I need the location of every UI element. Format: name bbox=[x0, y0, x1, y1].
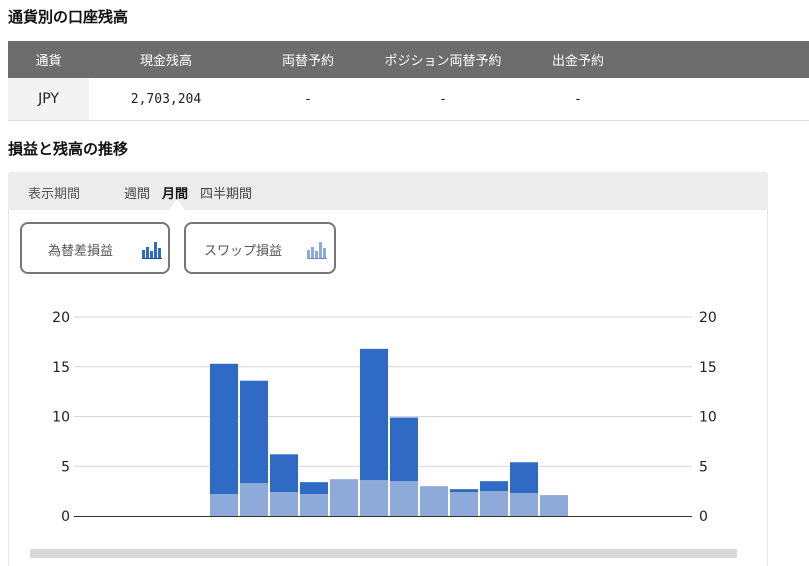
y-tick-label-right: 10 bbox=[699, 410, 717, 426]
bar-swap-pl bbox=[480, 491, 508, 516]
chart-horizontal-scrollbar[interactable] bbox=[30, 549, 737, 558]
bar-swap-pl bbox=[450, 492, 478, 516]
bar-swap-pl bbox=[390, 481, 418, 516]
y-tick-label-left: 5 bbox=[61, 459, 70, 475]
bar-swap-pl bbox=[360, 480, 388, 516]
y-tick-label-right: 20 bbox=[699, 310, 717, 326]
y-tick-label-right: 15 bbox=[699, 360, 717, 376]
bar-fx-pl bbox=[270, 454, 298, 493]
y-tick-label-left: 10 bbox=[52, 410, 70, 426]
bar-swap-pl bbox=[540, 495, 568, 516]
bar-swap-pl bbox=[270, 492, 298, 516]
bar-swap-pl bbox=[300, 494, 328, 516]
pl-balance-chart: 0 0 5 5 10 10 15 15 20 20 bbox=[52, 310, 717, 525]
bar-fx-pl bbox=[450, 489, 478, 493]
y-tick-label-right: 5 bbox=[699, 459, 708, 475]
bar-fx-pl bbox=[240, 380, 268, 484]
y-tick-label-right: 0 bbox=[699, 509, 708, 525]
bar-swap-pl bbox=[510, 493, 538, 516]
bar-fx-pl bbox=[210, 363, 238, 495]
bar-fx-pl bbox=[390, 417, 418, 482]
bar-swap-pl bbox=[330, 479, 358, 516]
y-tick-label-left: 0 bbox=[61, 509, 70, 525]
bar-fx-pl bbox=[480, 481, 508, 492]
bar-swap-pl bbox=[420, 486, 448, 516]
bar-fx-pl bbox=[300, 482, 328, 495]
y-tick-label-left: 15 bbox=[52, 360, 70, 376]
bar-swap-pl bbox=[210, 494, 238, 516]
y-tick-label-left: 20 bbox=[52, 310, 70, 326]
bar-fx-pl bbox=[360, 348, 388, 481]
bar-swap-pl bbox=[240, 483, 268, 516]
bar-fx-pl bbox=[510, 462, 538, 494]
